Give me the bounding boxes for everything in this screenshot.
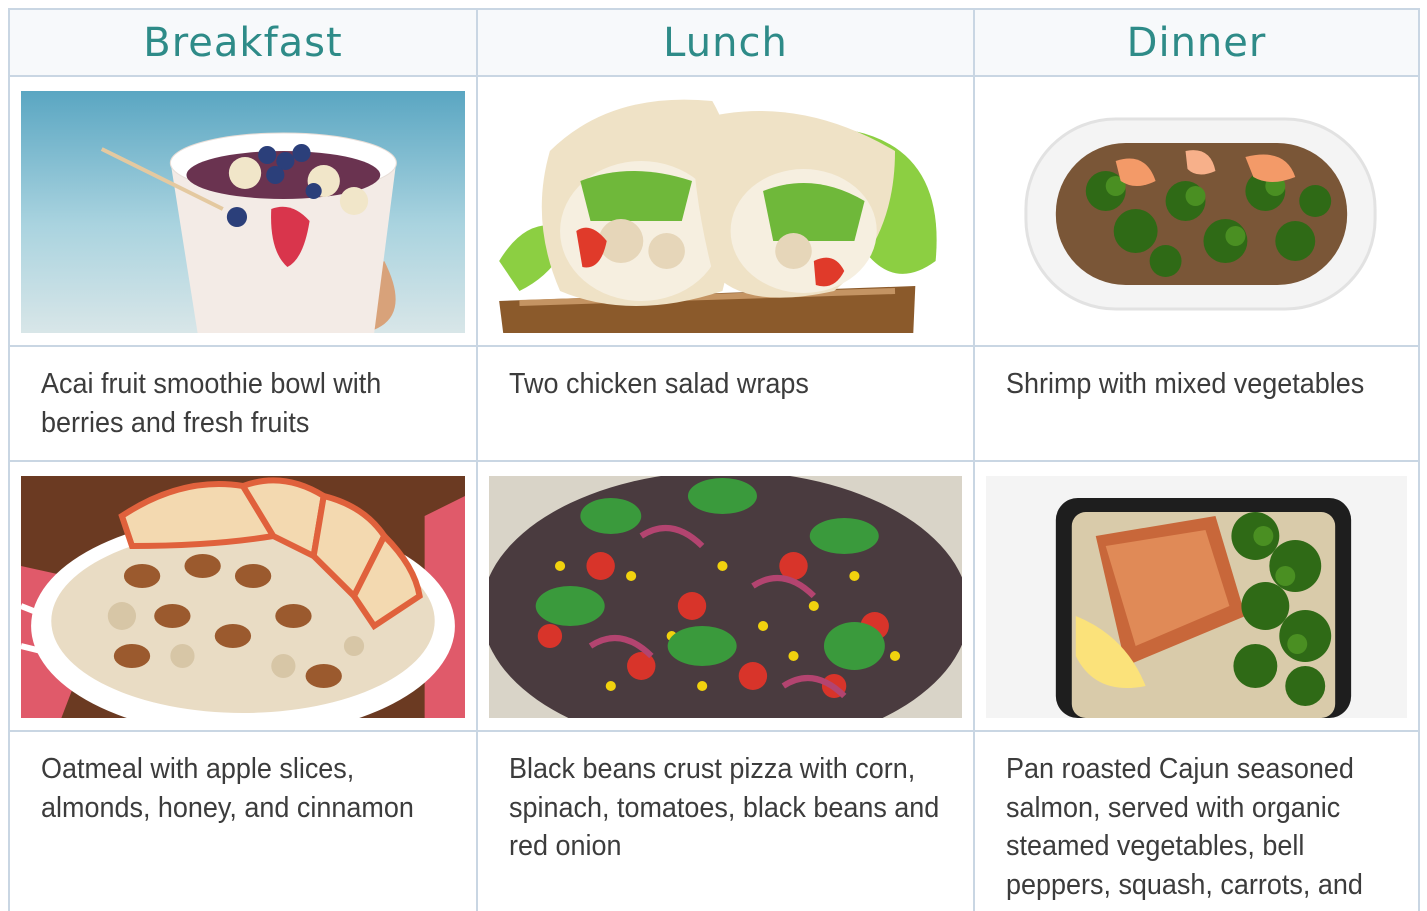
acai-bowl-image [21, 91, 465, 333]
header-lunch: Lunch [478, 8, 975, 77]
header-label: Breakfast [143, 19, 343, 66]
oatmeal-image [21, 476, 465, 718]
image-cell [975, 462, 1420, 732]
black-bean-pizza-image [489, 476, 962, 718]
shrimp-vegetables-image [986, 91, 1407, 333]
header-breakfast: Breakfast [8, 8, 478, 77]
description-cell: Black beans crust pizza with corn, spina… [478, 732, 975, 911]
description-cell: Shrimp with mixed vegetables [975, 347, 1420, 462]
meal-description: Black beans crust pizza with corn, spina… [509, 753, 940, 862]
meal-description: Oatmeal with apple slices, almonds, hone… [41, 753, 414, 824]
description-cell: Two chicken salad wraps [478, 347, 975, 462]
meal-description: Pan roasted Cajun seasoned salmon, serve… [1006, 753, 1363, 911]
image-cell [478, 462, 975, 732]
header-dinner: Dinner [975, 8, 1420, 77]
meal-description: Shrimp with mixed vegetables [1006, 368, 1365, 400]
image-cell [8, 462, 478, 732]
header-label: Dinner [1126, 19, 1267, 66]
image-cell [8, 77, 478, 347]
meal-plan-table: Breakfast Lunch Dinner Acai fruit smooth… [8, 8, 1420, 911]
cajun-salmon-image [986, 476, 1407, 718]
meal-description: Two chicken salad wraps [509, 368, 809, 400]
image-cell [975, 77, 1420, 347]
description-cell: Oatmeal with apple slices, almonds, hone… [8, 732, 478, 911]
description-cell: Acai fruit smoothie bowl with berries an… [8, 347, 478, 462]
meal-description: Acai fruit smoothie bowl with berries an… [41, 368, 382, 439]
description-cell: Pan roasted Cajun seasoned salmon, serve… [975, 732, 1420, 911]
header-label: Lunch [663, 19, 788, 66]
image-cell [478, 77, 975, 347]
chicken-wrap-image [489, 91, 962, 333]
